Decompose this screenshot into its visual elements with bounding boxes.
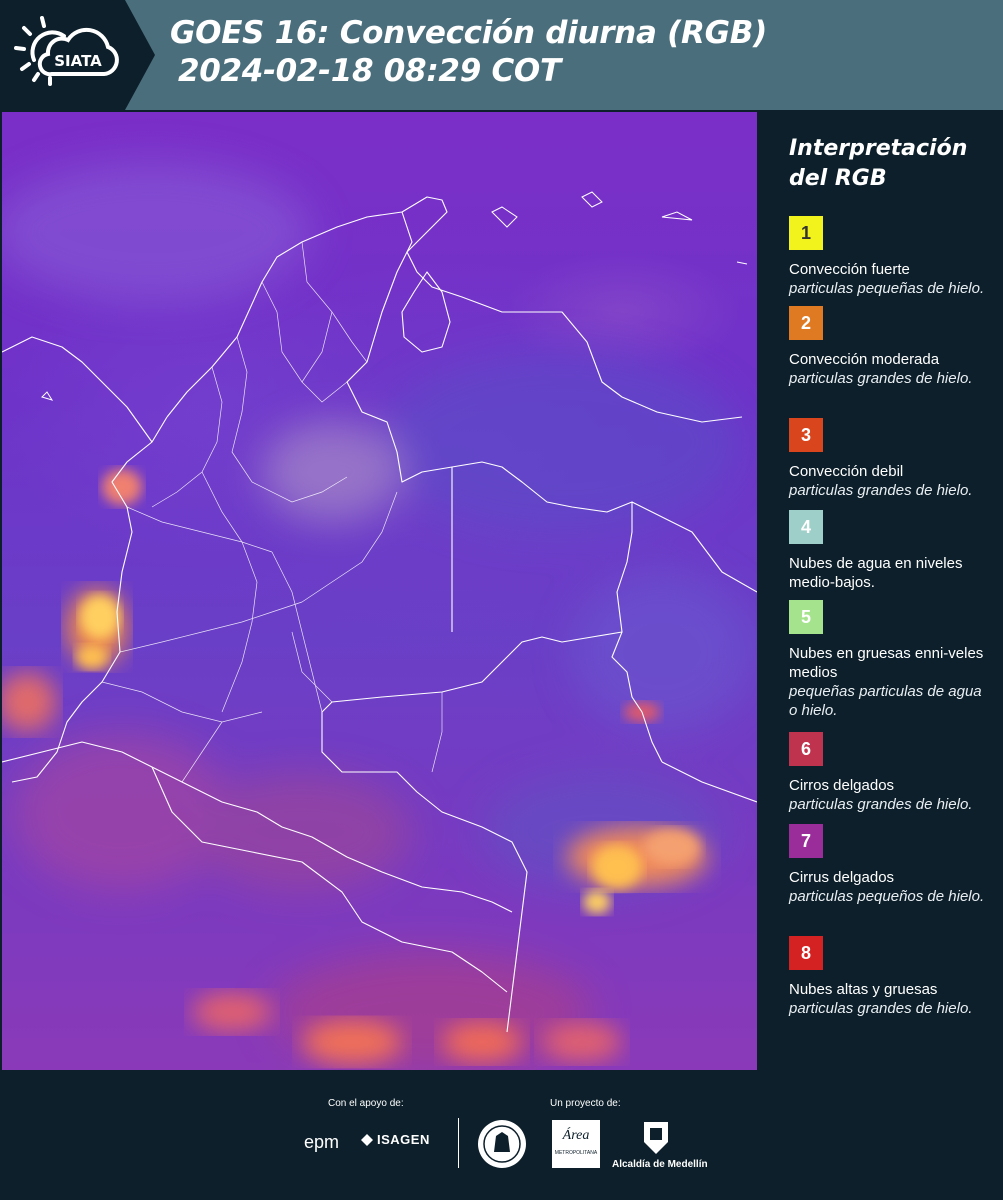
legend-title: Interpretación del RGB bbox=[789, 134, 994, 194]
medellin-label: Alcaldía de Medellín bbox=[612, 1159, 708, 1170]
project-label: Un proyecto de: bbox=[550, 1098, 621, 1109]
legend-item-name: Nubes altas y gruesas bbox=[789, 981, 938, 998]
medellin-crest-icon bbox=[644, 1122, 668, 1154]
footer: Con el apoyo de: Un proyecto de: epm ISA… bbox=[0, 1070, 1003, 1200]
legend-item-desc: particulas pequeños de hielo. bbox=[789, 888, 985, 905]
legend-title-line1: Interpretación bbox=[789, 136, 968, 161]
support-label: Con el apoyo de: bbox=[328, 1098, 404, 1109]
legend-item-7: 7 Cirrus delgados particulas pequeños de h… bbox=[789, 824, 994, 906]
header-bar: SIATA GOES 16: Convección diurna (RGB) 2… bbox=[0, 0, 1003, 110]
page-title: GOES 16: Convección diurna (RGB) 2024-02… bbox=[170, 14, 767, 90]
legend-item-6: 6 Cirros delgados particulas grandes de hi… bbox=[789, 732, 994, 814]
legend-item-desc: pequeñas particulas de agua o hielo. bbox=[789, 683, 982, 719]
legend-panel: Interpretación del RGB 1 Convección fuert… bbox=[789, 134, 994, 1017]
legend-item-4: 4 Nubes de agua en niveles medio-bajos. bbox=[789, 510, 994, 592]
area-logo-subtext: METROPOLITANA bbox=[554, 1150, 598, 1156]
legend-item-2: 2 Convección moderada particulas grandes d… bbox=[789, 306, 994, 388]
legend-item-5: 5 Nubes en gruesas enni-veles medios peque… bbox=[789, 600, 994, 720]
department-boundaries bbox=[101, 241, 443, 783]
legend-swatch: 6 bbox=[789, 732, 823, 766]
legend-item-desc: particulas grandes de hielo. bbox=[789, 482, 973, 499]
epm-logo: epm bbox=[304, 1132, 340, 1152]
legend-item-name: Convección moderada bbox=[789, 351, 940, 368]
legend-item-name: Convección fuerte bbox=[789, 261, 910, 278]
legend-item-8: 8 Nubes altas y gruesas particulas grandes… bbox=[789, 936, 994, 1018]
legend-title-line2: del RGB bbox=[789, 166, 887, 191]
legend-swatch: 8 bbox=[789, 936, 823, 970]
legend-swatch: 5 bbox=[789, 600, 823, 634]
title-timestamp: 2024-02-18 08:29 COT bbox=[178, 53, 561, 89]
legend-item-3: 3 Convección debil particulas grandes de h… bbox=[789, 418, 994, 500]
legend-item-name: Cirrus delgados bbox=[789, 869, 895, 886]
legend-item-desc: particulas grandes de hielo. bbox=[789, 1000, 973, 1017]
legend-item-name: Nubes de agua en niveles medio-bajos. bbox=[789, 555, 963, 591]
legend-item-name: Cirros delgados bbox=[789, 777, 895, 794]
legend-item-name: Nubes en gruesas enni-veles medios bbox=[789, 645, 984, 681]
footer-divider bbox=[458, 1118, 459, 1168]
map-graphics bbox=[2, 162, 757, 1070]
legend-item-name: Convección debil bbox=[789, 463, 904, 480]
isagen-logo: ISAGEN bbox=[360, 1132, 430, 1147]
satellite-map bbox=[2, 112, 757, 1070]
legend-item-1: 1 Convección fuerte particulas pequeñas de… bbox=[789, 216, 994, 298]
area-logo-text: Área bbox=[562, 1128, 590, 1143]
sun-cloud-icon: SIATA bbox=[14, 16, 119, 86]
legend-item-desc: particulas grandes de hielo. bbox=[789, 796, 973, 813]
siata-logo: SIATA bbox=[0, 0, 155, 110]
legend-swatch: 1 bbox=[789, 216, 823, 250]
isagen-icon bbox=[361, 1133, 373, 1146]
legend-swatch: 7 bbox=[789, 824, 823, 858]
legend-item-desc: particulas grandes de hielo. bbox=[789, 370, 973, 387]
government-seal-icon bbox=[478, 1120, 526, 1168]
area-metropolitana-logo: Área METROPOLITANA bbox=[552, 1120, 600, 1168]
isagen-label: ISAGEN bbox=[377, 1132, 430, 1147]
legend-swatch: 4 bbox=[789, 510, 823, 544]
legend-item-desc: particulas pequeñas de hielo. bbox=[789, 280, 985, 297]
legend-swatch: 2 bbox=[789, 306, 823, 340]
svg-text:SIATA: SIATA bbox=[54, 52, 102, 70]
legend-swatch: 3 bbox=[789, 418, 823, 452]
title-line1: GOES 16: Convección diurna (RGB) bbox=[170, 15, 767, 51]
